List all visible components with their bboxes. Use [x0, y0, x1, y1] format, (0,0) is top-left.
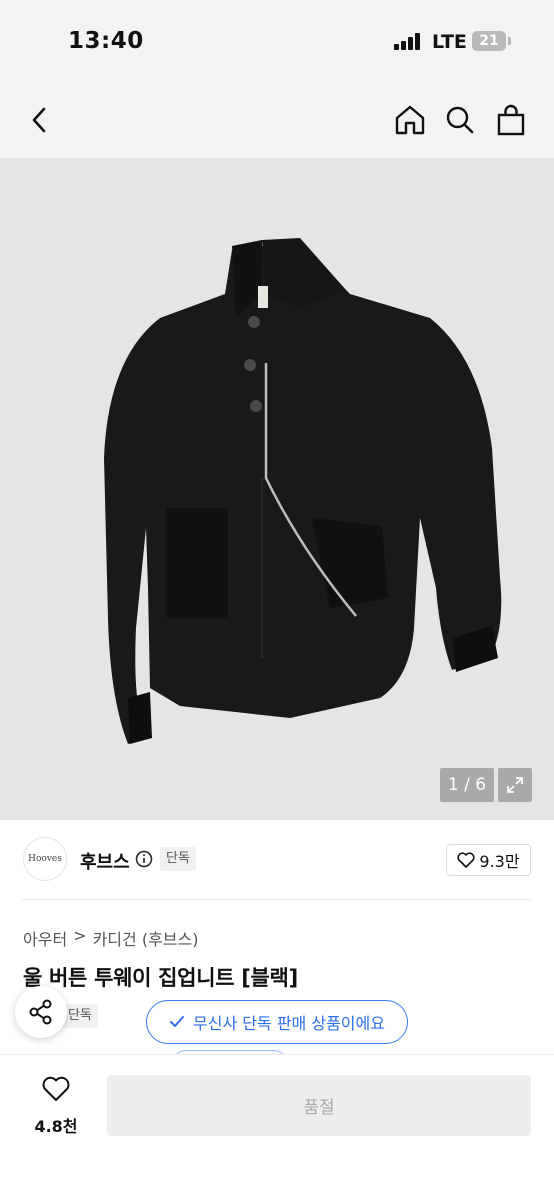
- brand-exclusive-badge: 단독: [160, 847, 196, 871]
- chevron-left-icon[interactable]: [20, 100, 60, 140]
- product-title: 울 버튼 투웨이 집업니트 [블랙]: [23, 966, 298, 990]
- brand-logo[interactable]: Hooves: [23, 837, 67, 881]
- status-time: 13:40: [68, 28, 144, 54]
- exclusive-notice-text: 무신사 단독 판매 상품이에요: [193, 1014, 385, 1033]
- divider: [22, 899, 532, 900]
- product-image[interactable]: [0, 158, 554, 820]
- expand-icon[interactable]: [498, 768, 532, 802]
- wishlist-count: 4.8천: [34, 1117, 78, 1136]
- heart-icon: [457, 852, 475, 868]
- breadcrumb-separator: >: [73, 926, 87, 945]
- breadcrumb-category[interactable]: 아우터: [23, 926, 67, 950]
- battery-icon: 21: [472, 31, 506, 51]
- shopping-bag-icon[interactable]: [491, 100, 531, 140]
- breadcrumb: 아우터 > 카디건 (후브스): [23, 926, 198, 950]
- brand-like-button[interactable]: 9.3만: [446, 844, 531, 876]
- product-photo-cardigan: [104, 238, 502, 744]
- signal-icon: [394, 33, 422, 50]
- home-icon[interactable]: [390, 100, 430, 140]
- image-counter: 1 / 6: [440, 768, 494, 802]
- heart-icon: [42, 1076, 70, 1101]
- status-bar: 13:40 LTE 21: [0, 0, 554, 80]
- battery-tip: [508, 37, 511, 45]
- bottom-action-bar: 4.8천 품절: [0, 1054, 554, 1200]
- share-button[interactable]: [15, 986, 67, 1038]
- wishlist-button[interactable]: 4.8천: [30, 1075, 82, 1137]
- sold-out-button[interactable]: 품절: [107, 1075, 531, 1136]
- share-icon: [29, 999, 52, 1025]
- info-icon[interactable]: [135, 850, 153, 868]
- breadcrumb-subcategory[interactable]: 카디건 (후브스): [93, 926, 199, 950]
- nav-bar: [0, 80, 554, 158]
- brand-row: Hooves 후브스 단독 9.3만: [0, 820, 554, 900]
- check-icon: [170, 1016, 185, 1027]
- network-type: LTE: [432, 31, 467, 53]
- search-icon[interactable]: [440, 100, 480, 140]
- brand-like-count: 9.3만: [479, 852, 520, 871]
- product-exclusive-badge: 단독: [62, 1004, 98, 1028]
- brand-name[interactable]: 후브스: [80, 848, 130, 874]
- exclusive-notice-pill[interactable]: 무신사 단독 판매 상품이에요: [146, 1000, 408, 1044]
